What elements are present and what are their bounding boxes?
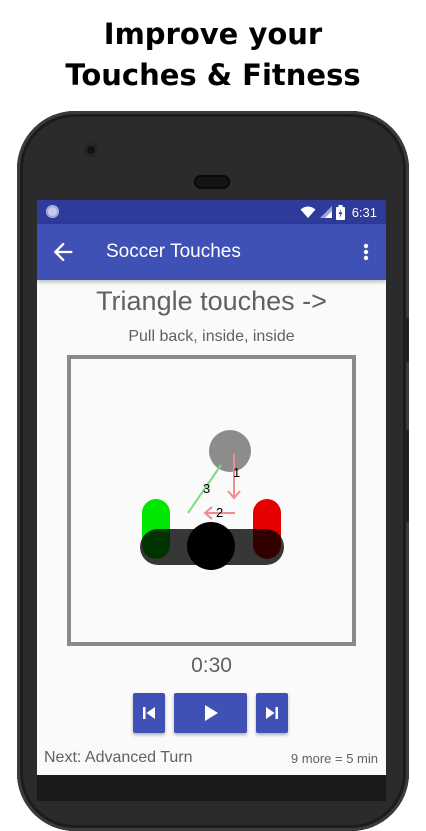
promo-line-2: Touches & Fitness (65, 58, 361, 92)
play-icon (204, 705, 218, 721)
earpiece-speaker (194, 175, 230, 189)
next-button[interactable] (256, 693, 288, 733)
remaining-exercises: 9 more = 5 min (290, 751, 378, 766)
back-button[interactable] (49, 238, 77, 266)
step-label-2: 2 (216, 505, 223, 520)
previous-button[interactable] (133, 693, 165, 733)
status-bar: 6:31 (37, 200, 386, 224)
overflow-menu-button[interactable] (356, 238, 376, 266)
exercise-title: Triangle touches -> (96, 286, 327, 316)
player-head (187, 522, 235, 570)
touch-diagram: 1 2 3 (140, 430, 284, 570)
exercise-diagram: 1 2 3 (67, 355, 356, 646)
skip-next-icon (266, 707, 278, 719)
play-button[interactable] (174, 693, 247, 733)
battery-icon (335, 204, 345, 220)
promo-line-1: Improve your (103, 17, 323, 51)
status-time: 6:31 (351, 204, 377, 220)
power-button (404, 318, 409, 362)
countdown-timer: 0:30 (191, 654, 232, 677)
promo-headline: Improve your Touches & Fitness (0, 14, 426, 96)
front-camera (84, 143, 98, 157)
signal-icon (319, 206, 332, 218)
navigation-area (37, 775, 386, 801)
status-icons: 6:31 (300, 200, 377, 224)
more-vert-icon (363, 243, 369, 261)
app-title: Soccer Touches (106, 241, 241, 262)
skip-previous-icon (143, 707, 155, 719)
arrow-back-icon (53, 242, 73, 262)
ball (209, 430, 251, 472)
exercise-instructions: Pull back, inside, inside (128, 328, 295, 345)
step-label-3: 3 (203, 481, 210, 496)
phone-screen: 6:31 Soccer Touches Triangle touches -> … (37, 200, 386, 801)
next-exercise-label: Next: Advanced Turn (44, 749, 193, 766)
step-label-1: 1 (233, 465, 240, 480)
wifi-icon (300, 206, 316, 218)
volume-button (404, 430, 409, 522)
playback-controls (37, 693, 386, 735)
notification-icon (46, 205, 59, 218)
app-bar: Soccer Touches (37, 224, 386, 280)
